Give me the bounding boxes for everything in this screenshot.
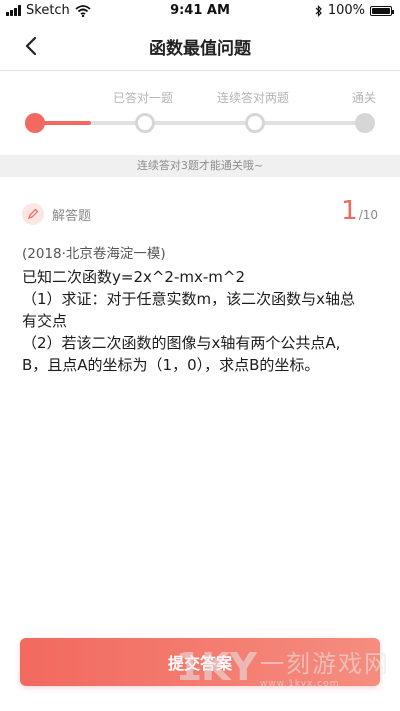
status-right: 100% <box>315 3 394 18</box>
battery-percent: 100% <box>327 3 365 18</box>
question-type-label: 解答题 <box>52 208 92 224</box>
question-line: （1）求证：对于任意实数m，该二次函数与x轴总 <box>22 290 356 308</box>
progress-node-two <box>245 113 265 133</box>
milestone-label-one: 已答对一题 <box>113 91 174 105</box>
progress-node-pass <box>355 113 375 133</box>
status-bar: Sketch 9:41 AM 100% <box>0 0 400 22</box>
milestone-label-pass: 通关 <box>352 91 377 105</box>
watermark-logo: 1KY <box>175 644 257 689</box>
question-body: 已知二次函数y=2x^2-mx-m^2 （1）求证：对于任意实数m，该二次函数与… <box>22 266 382 376</box>
question-counter: 1 /10 <box>341 196 378 226</box>
watermark-text: 一刻游戏网 www.1kyx.com <box>260 644 390 689</box>
watermark-name: 一刻游戏网 <box>260 650 390 678</box>
question-counter-total: /10 <box>358 208 378 222</box>
question-line: B，且点A的坐标为（1，0），求点B的坐标。 <box>22 356 320 374</box>
watermark: 1KY 一刻游戏网 www.1kyx.com <box>175 644 390 690</box>
pencil-icon <box>22 203 44 225</box>
question-type: 解答题 <box>22 203 91 225</box>
question-line: 有交点 <box>22 312 68 330</box>
progress-node-current <box>25 113 45 133</box>
progress-track <box>35 121 365 125</box>
progress-area: 已答对一题 连续答对两题 通关 <box>0 71 400 155</box>
nav-bar: 函数最值问题 <box>0 22 400 71</box>
bluetooth-icon <box>315 4 322 17</box>
page-title: 函数最值问题 <box>149 39 251 59</box>
question-counter-current: 1 <box>341 196 358 226</box>
progress-node-one <box>135 113 155 133</box>
question-source: (2018·北京卷海淀一模) <box>22 246 166 262</box>
milestone-label-two: 连续答对两题 <box>217 91 290 105</box>
battery-level <box>372 7 390 14</box>
watermark-url: www.1kyx.com <box>260 679 340 689</box>
battery-icon <box>370 5 394 16</box>
question-line: 已知二次函数y=2x^2-mx-m^2 <box>22 268 246 286</box>
question-line: （2）若该二次函数的图像与x轴有两个公共点A, <box>22 334 341 352</box>
progress-hint: 连续答对3题才能通关哦~ <box>0 155 400 177</box>
